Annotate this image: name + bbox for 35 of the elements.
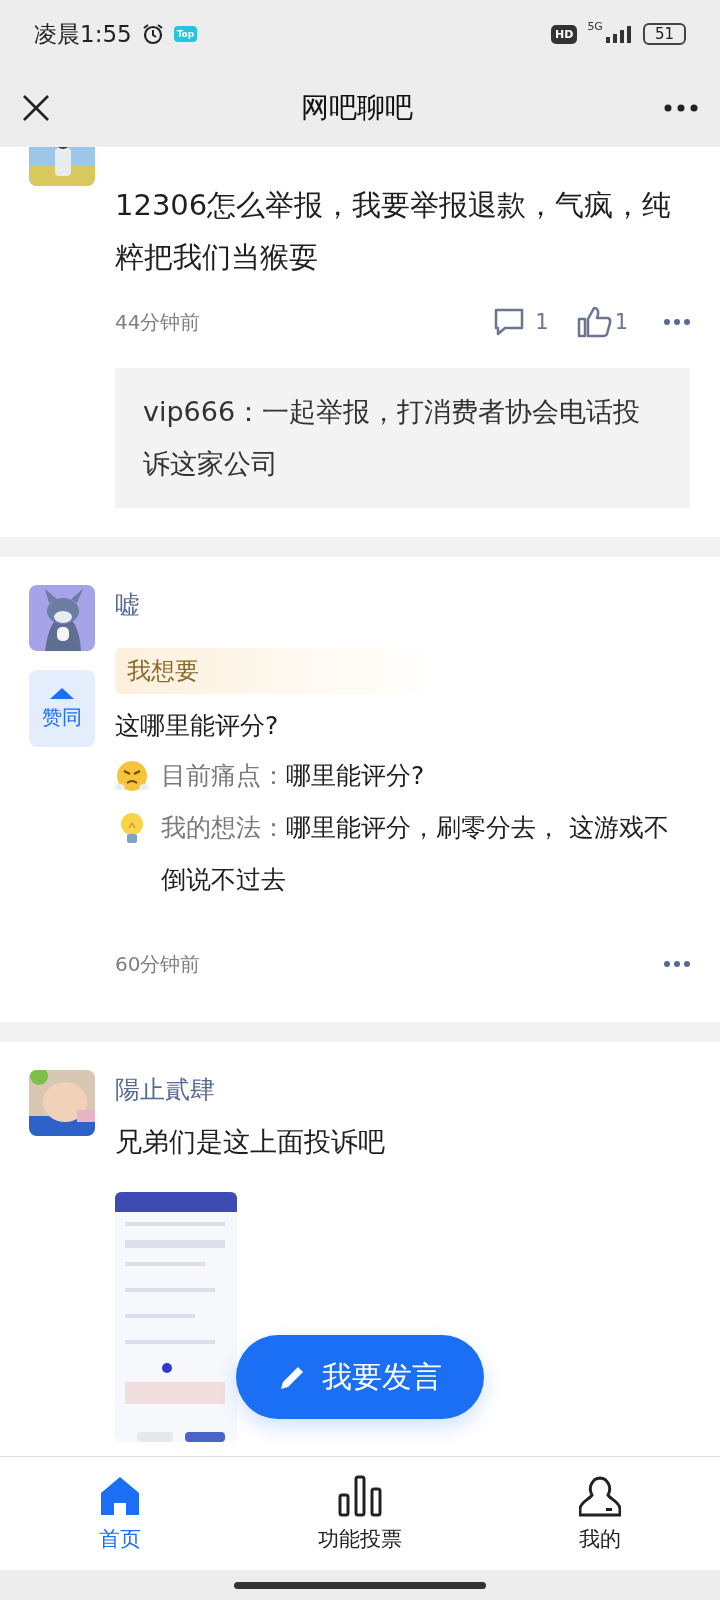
hd-badge: HD	[551, 24, 578, 44]
page-title: 网吧聊吧	[301, 89, 413, 126]
battery-level: 51	[642, 23, 686, 45]
post-title: 这哪里能评分?	[115, 710, 280, 742]
bar-chart-icon	[337, 1474, 383, 1517]
home-icon	[100, 1474, 140, 1517]
nav-tab[interactable]: 我的	[480, 1457, 720, 1570]
detail-text: 目前痛点：哪里能评分?	[161, 760, 426, 792]
app-badge: Top	[173, 26, 198, 42]
upvote-button[interactable]: 赞同	[29, 670, 95, 747]
post-time: 60分钟前	[115, 950, 202, 978]
detail-text: 我的想法：哪里能评分，刷零分去， 这游戏不倒说不过去	[161, 812, 670, 896]
comment-icon[interactable]	[493, 307, 526, 337]
post-text: 兄弟们是这上面投诉吧	[115, 1125, 386, 1159]
angry-face-icon	[115, 759, 149, 793]
close-icon[interactable]	[22, 93, 50, 122]
comment-count: 1	[535, 310, 549, 334]
post-text: 12306怎么举报，我要举报退款，气疯，纯粹把我们当猴耍	[115, 187, 673, 276]
nav-tab[interactable]: 功能投票	[240, 1457, 480, 1570]
author-name: 陽止貳肆	[115, 1074, 216, 1106]
compose-button[interactable]: 我要发言	[236, 1335, 484, 1419]
up-arrow-icon	[49, 686, 75, 700]
alarm-clock-icon	[141, 23, 164, 45]
home-indicator[interactable]	[234, 1581, 486, 1589]
network-label: 5G	[587, 20, 603, 33]
like-count: 1	[614, 310, 628, 334]
more-icon[interactable]	[664, 103, 698, 112]
author-name: 嘘	[115, 589, 141, 621]
signal-icon	[604, 25, 633, 43]
status-time: 凌晨1:55	[34, 19, 132, 49]
nav-tab[interactable]: 首页	[0, 1457, 240, 1570]
reply-text: vip666：一起举报，打消费者协会电话投诉这家公司	[115, 368, 690, 508]
post-time: 44分钟前	[115, 308, 202, 336]
user-icon	[579, 1474, 621, 1517]
thumbs-up-icon[interactable]	[576, 306, 613, 338]
